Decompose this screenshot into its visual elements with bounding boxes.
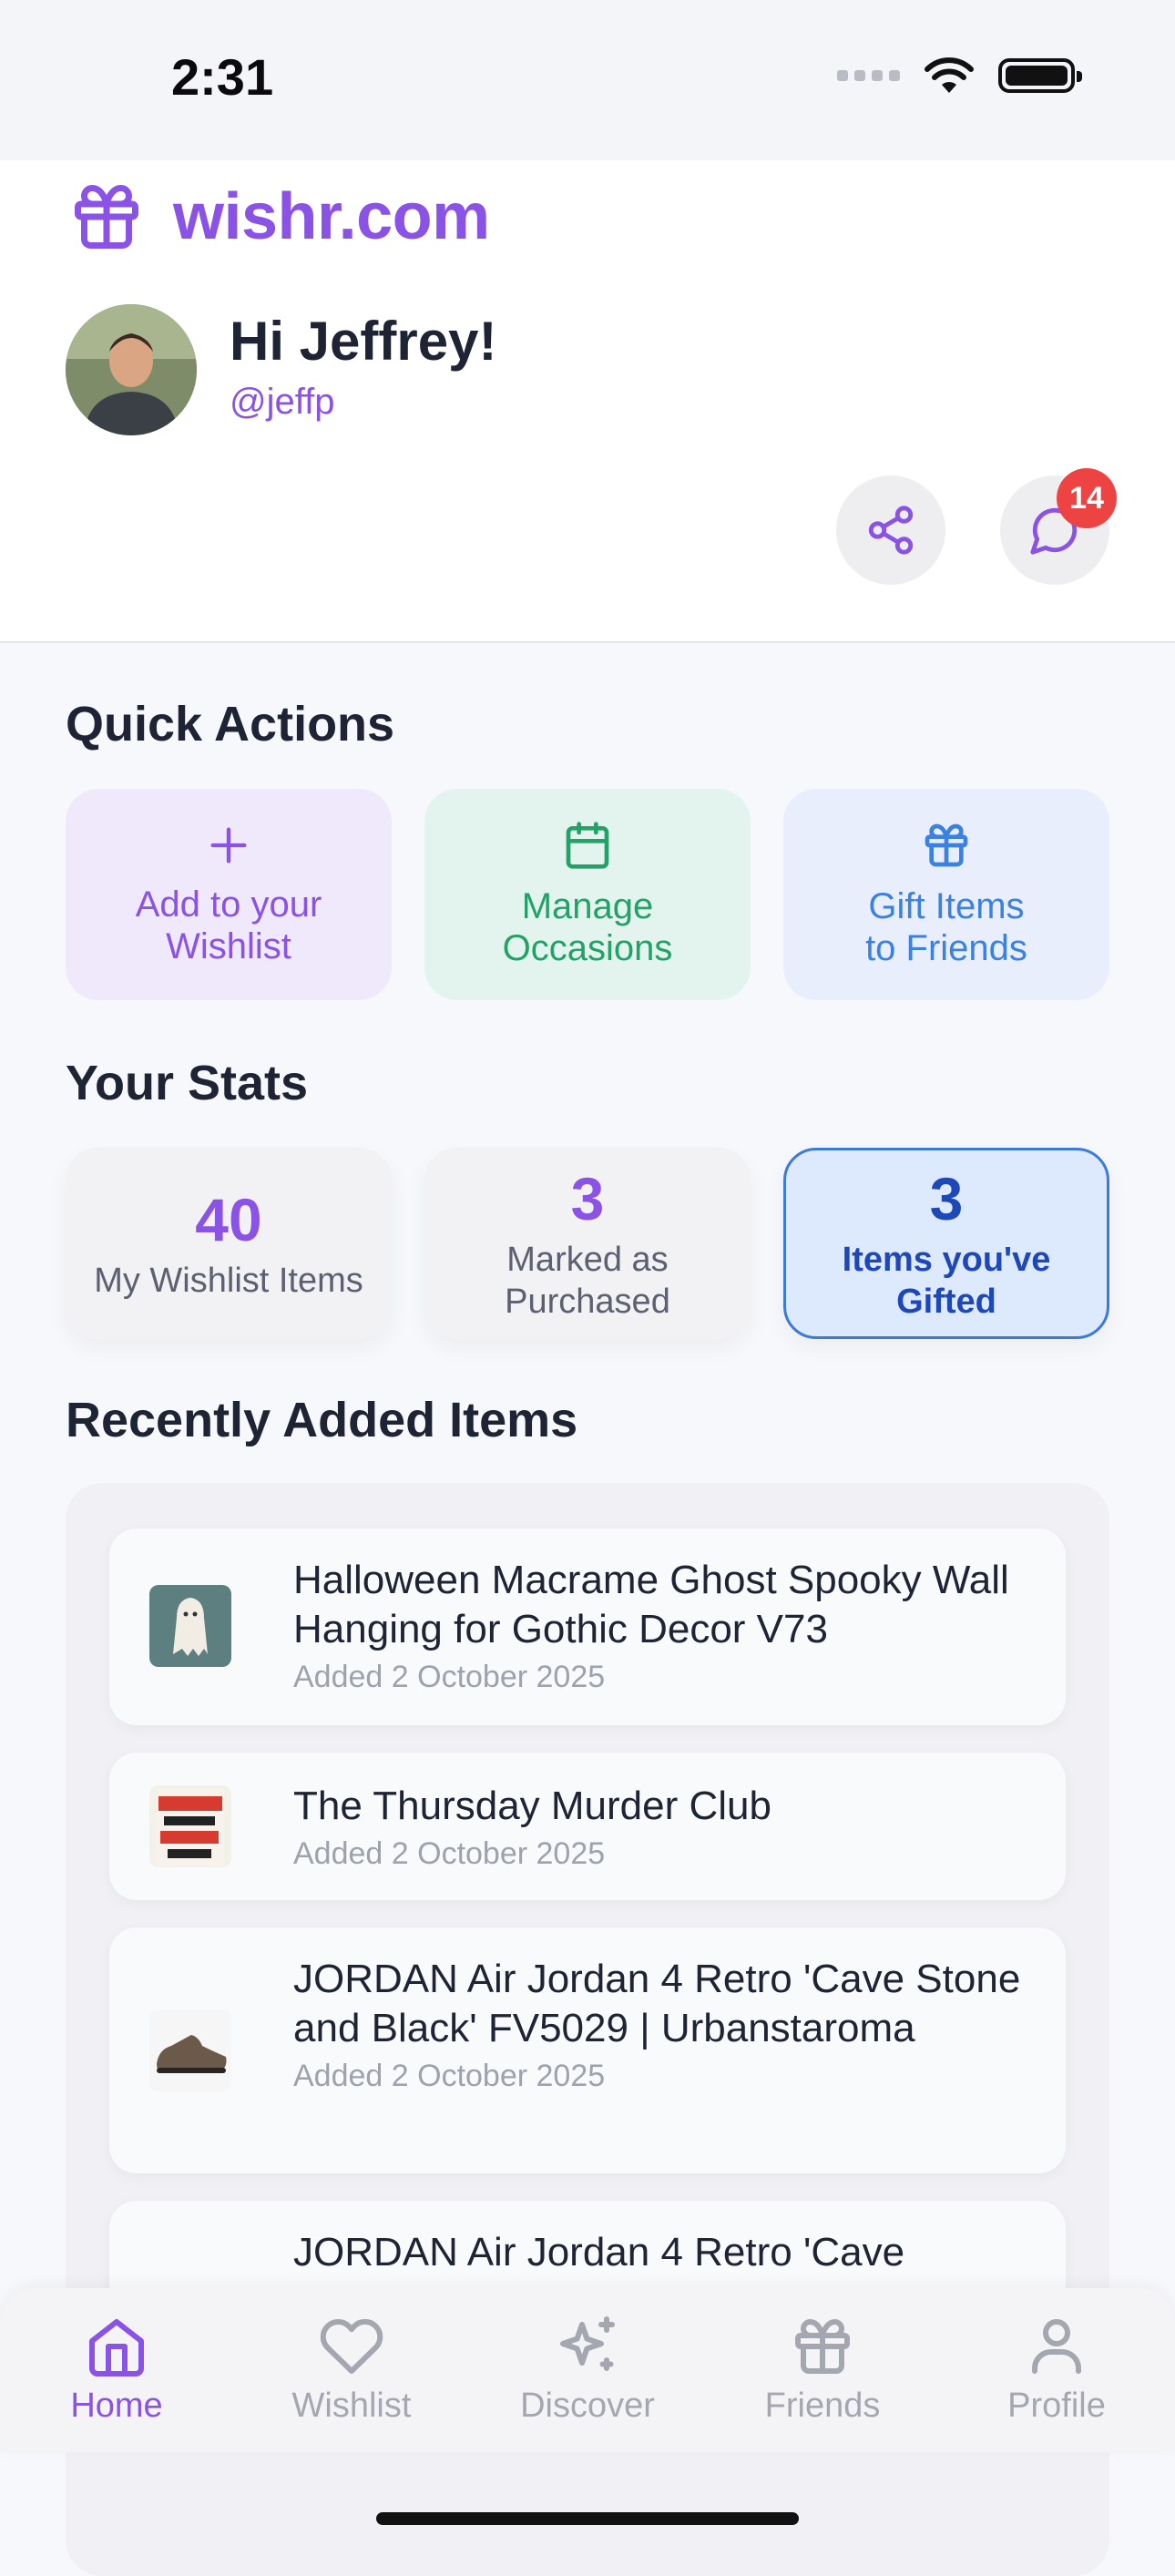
tab-label: Friends [764, 2387, 881, 2425]
item-date: Added 2 October 2025 [293, 1660, 606, 1694]
stat-value: 40 [195, 1186, 262, 1253]
tab-bar: Home Wishlist Discover Friends Profile [0, 2288, 1175, 2452]
status-icons [837, 56, 1082, 95]
recent-items-title: Recently Added Items [66, 1393, 578, 1447]
item-thumbnail [149, 2009, 231, 2091]
tab-wishlist[interactable]: Wishlist [261, 2314, 443, 2426]
sparkles-icon [560, 2316, 615, 2371]
avatar[interactable] [66, 304, 197, 435]
greeting: Hi Jeffrey! @jeffp [230, 310, 496, 423]
quick-actions-title: Quick Actions [66, 697, 395, 751]
tab-label: Wishlist [291, 2387, 412, 2425]
stat-label: Items you've Gifted [842, 1241, 1051, 1321]
wifi-icon [925, 57, 974, 93]
tab-home[interactable]: Home [26, 2314, 208, 2426]
home-icon [89, 2319, 144, 2377]
list-item[interactable]: Halloween Macrame Ghost Spooky Wall Hang… [109, 1528, 1066, 1725]
tab-discover[interactable]: Discover [496, 2314, 679, 2426]
tab-label: Discover [520, 2387, 655, 2425]
item-date: Added 2 October 2025 [293, 2059, 606, 2093]
item-title: Halloween Macrame Ghost Spooky Wall Hang… [293, 1558, 1009, 1651]
greeting-name: Hi Jeffrey! [230, 311, 497, 372]
item-date: Added 2 October 2025 [293, 1836, 606, 1871]
stat-label: Marked as Purchased [505, 1241, 670, 1321]
brand: wishr.com [67, 179, 490, 255]
tab-friends[interactable]: Friends [731, 2314, 914, 2426]
list-item[interactable]: JORDAN Air Jordan 4 Retro 'Cave Stone an… [109, 1927, 1066, 2173]
gift-items-button[interactable]: Gift Items to Friends [783, 789, 1109, 1000]
tab-profile[interactable]: Profile [966, 2314, 1148, 2426]
battery-icon [998, 58, 1082, 93]
tab-label: Profile [1007, 2387, 1106, 2425]
gift-icon [795, 2319, 850, 2374]
heart-icon [320, 2318, 383, 2374]
plus-icon [210, 827, 247, 864]
avatar-photo [66, 304, 197, 435]
stat-marked-purchased[interactable]: 3 Marked as Purchased [424, 1148, 751, 1339]
stats-title: Your Stats [66, 1056, 309, 1110]
item-thumbnail [149, 1785, 231, 1867]
notification-badge: 14 [1057, 468, 1117, 528]
stat-wishlist-items[interactable]: 40 My Wishlist Items [66, 1148, 392, 1339]
stat-label: My Wishlist Items [94, 1262, 363, 1300]
add-to-wishlist-button[interactable]: Add to your Wishlist [66, 789, 392, 1000]
item-thumbnail [149, 1585, 231, 1667]
brand-name: wishr.com [173, 180, 490, 253]
gift-items-label: Gift Items to Friends [865, 886, 1027, 968]
add-to-wishlist-label: Add to your Wishlist [135, 884, 322, 966]
share-icon [868, 506, 914, 555]
gift-logo-icon [75, 185, 138, 249]
list-item[interactable]: The Thursday Murder Club Added 2 October… [109, 1753, 1066, 1900]
status-bar: 2:31 [0, 0, 1175, 160]
item-title: The Thursday Murder Club [293, 1784, 771, 1828]
gift-icon [925, 823, 968, 867]
user-handle: @jeffp [230, 382, 335, 422]
stat-value: 3 [570, 1165, 605, 1232]
manage-occasions-label: Manage Occasions [502, 886, 673, 968]
share-button[interactable] [836, 475, 945, 585]
status-time: 2:31 [171, 48, 274, 106]
tab-label: Home [70, 2387, 163, 2425]
item-title: JORDAN Air Jordan 4 Retro 'Cave [293, 2230, 905, 2274]
stat-value: 3 [929, 1165, 964, 1232]
stat-items-gifted[interactable]: 3 Items you've Gifted [783, 1148, 1109, 1339]
home-indicator [376, 2512, 799, 2525]
manage-occasions-button[interactable]: Manage Occasions [424, 789, 751, 1000]
item-title: JORDAN Air Jordan 4 Retro 'Cave Stone an… [293, 1957, 1021, 2050]
user-icon [1032, 2319, 1081, 2374]
calendar-icon [566, 822, 609, 869]
cellular-signal-icon [837, 70, 900, 81]
